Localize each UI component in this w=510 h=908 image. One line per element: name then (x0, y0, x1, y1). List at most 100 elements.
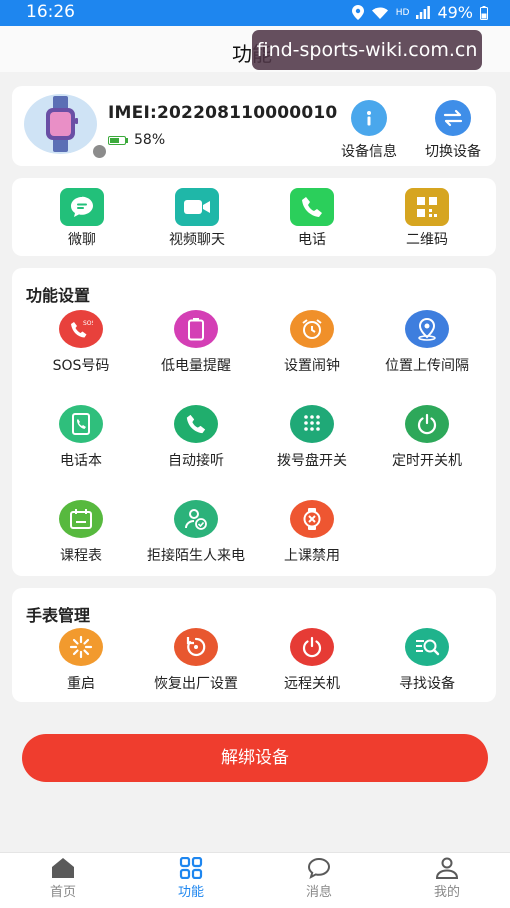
location-status-icon (351, 5, 364, 20)
low-battery-icon (174, 310, 218, 348)
schedule-icon (59, 500, 103, 538)
tab-functions-label: 功能 (177, 885, 204, 900)
status-battery-percent: 49% (437, 3, 473, 22)
class-disable-icon (290, 500, 334, 538)
dialpad-toggle-item[interactable]: 拨号盘开关 (252, 405, 372, 470)
battery-status-icon (480, 5, 488, 20)
scheduled-power-label: 定时开关机 (392, 453, 462, 469)
device-battery: 58% (108, 132, 165, 148)
factory-reset-label: 恢复出厂设置 (154, 676, 238, 692)
tab-home-label: 首页 (49, 885, 76, 900)
power-off-icon (290, 628, 334, 666)
switch-device-label: 切换设备 (425, 144, 481, 160)
auto-answer-label: 自动接听 (168, 453, 224, 469)
phonebook-icon (59, 405, 103, 443)
unbind-device-button[interactable]: 解绑设备 (22, 734, 488, 782)
tab-messages[interactable]: 消息 (274, 857, 364, 900)
location-icon (405, 310, 449, 348)
status-bar: 16:26 HD 49% (0, 0, 510, 26)
signal-status-icon (416, 6, 431, 19)
device-imei: IMEI:202208110000010 (108, 103, 338, 123)
tab-profile-label: 我的 (433, 885, 460, 900)
watermark-banner: find-sports-wiki.com.cn (252, 30, 482, 70)
class-schedule-item[interactable]: 课程表 (21, 500, 141, 565)
reject-stranger-item[interactable]: 拒接陌生人来电 (136, 500, 256, 565)
find-device-item[interactable]: 寻找设备 (367, 628, 487, 693)
location-interval-label: 位置上传间隔 (385, 358, 469, 374)
device-avatar[interactable] (24, 94, 108, 160)
watch-icon (46, 96, 78, 152)
grid-icon (179, 857, 203, 879)
bottom-tab-bar: 首页 功能 消息 我的 (0, 852, 510, 908)
alarm-clock-icon (290, 310, 334, 348)
qr-code-label: 二维码 (406, 232, 448, 248)
phonebook-label: 电话本 (60, 453, 102, 469)
class-schedule-label: 课程表 (60, 548, 102, 564)
phonebook-item[interactable]: 电话本 (21, 405, 141, 470)
factory-reset-item[interactable]: 恢复出厂设置 (136, 628, 256, 693)
battery-percent: 58% (134, 132, 166, 148)
video-camera-icon (175, 188, 219, 226)
remote-shutdown-item[interactable]: 远程关机 (252, 628, 372, 693)
find-device-icon (405, 628, 449, 666)
restart-label: 重启 (67, 676, 95, 692)
section-title-manage: 手表管理 (26, 606, 91, 625)
qr-code-icon (405, 188, 449, 226)
function-settings-card: 功能设置 SOS SOS号码 低电量提醒 设置闹钟 位置上传间隔 电话本 自动接 (12, 268, 496, 576)
status-time: 16:26 (26, 2, 75, 22)
wechat-label: 微聊 (68, 232, 96, 248)
sos-number-label: SOS号码 (52, 358, 110, 374)
phone-call-label: 电话 (298, 232, 326, 248)
profile-icon (435, 857, 459, 879)
auto-answer-icon (174, 405, 218, 443)
scheduled-power-item[interactable]: 定时开关机 (367, 405, 487, 470)
power-timer-icon (405, 405, 449, 443)
phone-call-button[interactable]: 电话 (267, 188, 357, 249)
restart-item[interactable]: 重启 (21, 628, 141, 693)
tab-home[interactable]: 首页 (18, 857, 108, 900)
message-icon (307, 857, 331, 879)
sos-phone-icon: SOS (59, 310, 103, 348)
location-interval-item[interactable]: 位置上传间隔 (367, 310, 487, 375)
tab-functions[interactable]: 功能 (146, 857, 236, 900)
alarm-clock-item[interactable]: 设置闹钟 (252, 310, 372, 375)
low-battery-alert-item[interactable]: 低电量提醒 (136, 310, 256, 375)
low-battery-alert-label: 低电量提醒 (161, 358, 231, 374)
dialpad-icon (290, 405, 334, 443)
chat-bubble-icon (60, 188, 104, 226)
section-title-settings: 功能设置 (26, 286, 91, 305)
tab-profile[interactable]: 我的 (402, 857, 492, 900)
video-chat-label: 视频聊天 (169, 232, 225, 248)
factory-reset-icon (174, 628, 218, 666)
class-disable-label: 上课禁用 (284, 548, 340, 564)
info-icon (351, 100, 387, 136)
device-card: IMEI:202208110000010 58% 设备信息 切换设备 (12, 86, 496, 166)
svg-text:SOS: SOS (83, 320, 93, 327)
class-disable-item[interactable]: 上课禁用 (252, 500, 372, 565)
watch-management-card: 手表管理 重启 恢复出厂设置 远程关机 寻找设备 (12, 588, 496, 702)
qr-code-button[interactable]: 二维码 (382, 188, 472, 249)
video-chat-button[interactable]: 视频聊天 (152, 188, 242, 249)
online-status-dot (91, 143, 108, 160)
reject-stranger-icon (174, 500, 218, 538)
wifi-status-icon (371, 7, 388, 19)
auto-answer-item[interactable]: 自动接听 (136, 405, 256, 470)
home-icon (52, 858, 74, 878)
alarm-clock-label: 设置闹钟 (284, 358, 340, 374)
remote-shutdown-label: 远程关机 (284, 676, 340, 692)
device-info-label: 设备信息 (341, 144, 397, 160)
wechat-button[interactable]: 微聊 (37, 188, 127, 249)
dialpad-toggle-label: 拨号盘开关 (277, 453, 347, 469)
switch-icon (435, 100, 471, 136)
switch-device-button[interactable]: 切换设备 (418, 100, 488, 161)
find-device-label: 寻找设备 (399, 676, 455, 692)
battery-icon (108, 135, 126, 145)
phone-icon (290, 188, 334, 226)
hd-indicator: HD (395, 7, 410, 18)
quick-actions-card: 微聊 视频聊天 电话 二维码 (12, 178, 496, 256)
status-icons: HD 49% (351, 3, 488, 22)
device-info-button[interactable]: 设备信息 (334, 100, 404, 161)
reject-stranger-label: 拒接陌生人来电 (147, 548, 245, 564)
restart-icon (59, 628, 103, 666)
sos-number-item[interactable]: SOS SOS号码 (21, 310, 141, 375)
